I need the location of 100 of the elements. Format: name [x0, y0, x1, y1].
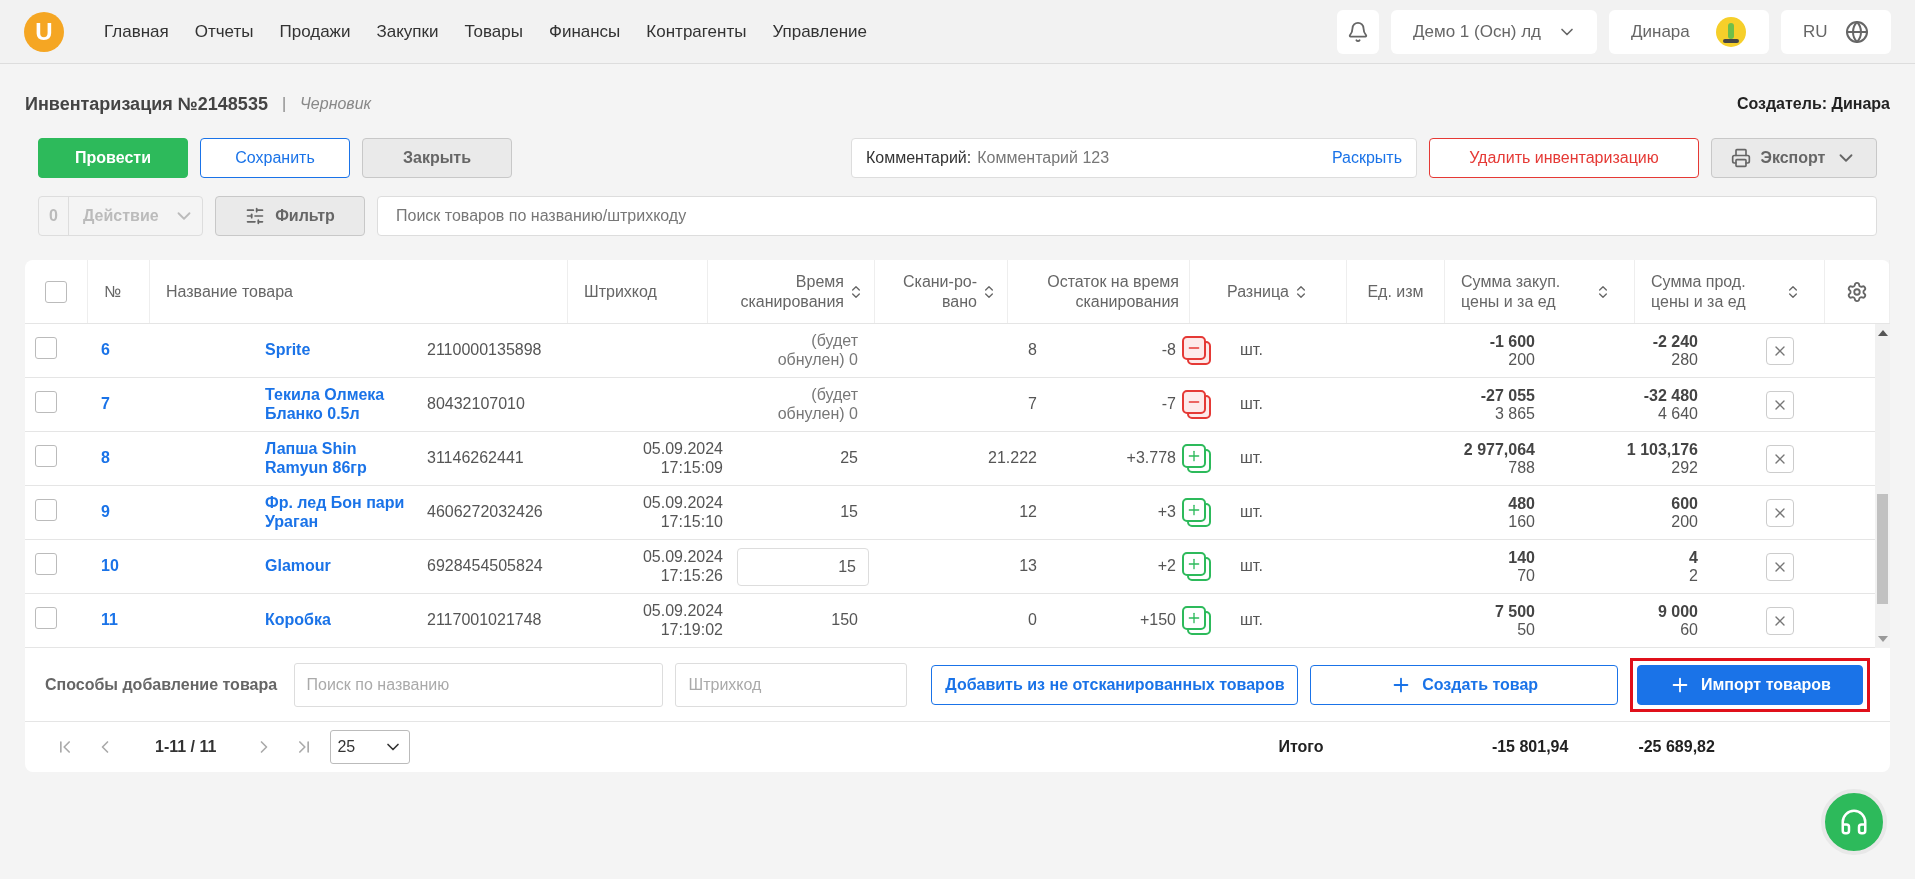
document-status: Черновик: [300, 95, 372, 113]
purchase-sum: 480: [1508, 494, 1535, 513]
close-button[interactable]: Закрыть: [362, 138, 512, 178]
scan-time: 05.09.2024 17:15:26: [641, 548, 723, 585]
delete-button[interactable]: Удалить инвентаризацию: [1429, 138, 1699, 178]
barcode-cell-text: 2110000135898: [427, 341, 543, 360]
search-field[interactable]: Поиск товаров по названию/штрихкоду: [377, 196, 1877, 236]
column-header[interactable]: Время сканирования: [708, 260, 875, 323]
export-button[interactable]: Экспорт: [1711, 138, 1877, 178]
column-header: Название товара: [150, 260, 568, 323]
nav-item[interactable]: Товары: [464, 21, 523, 42]
sale-sum: -2 240: [1652, 332, 1698, 351]
remove-button[interactable]: [1766, 390, 1794, 419]
checkbox[interactable]: [35, 607, 57, 630]
remove-button[interactable]: [1766, 336, 1794, 365]
checkbox[interactable]: [35, 553, 57, 576]
checkbox[interactable]: [45, 280, 67, 303]
nav-item[interactable]: Закупки: [376, 21, 439, 42]
sale-sum: 4: [1689, 548, 1698, 567]
purchase-sum: -27 055: [1480, 386, 1535, 405]
table-cell-text: 12: [1018, 503, 1038, 522]
filter-button[interactable]: Фильтр: [215, 196, 365, 236]
sale-unit-price: 280: [1671, 350, 1698, 369]
creator-label: Создатель: Динара: [1736, 95, 1890, 113]
remove-button[interactable]: [1766, 606, 1794, 635]
add-methods-label: Способы добавление товара: [45, 675, 279, 694]
quantity-input[interactable]: 15: [737, 547, 869, 586]
add-unscanned-button[interactable]: Добавить из не отсканированных товаров: [931, 664, 1299, 705]
nav-item[interactable]: Управление: [772, 21, 867, 42]
company-select[interactable]: Демо 1 (Осн) лд: [1391, 9, 1597, 54]
save-button[interactable]: Сохранить: [200, 138, 350, 178]
notifications-button[interactable]: [1337, 9, 1379, 54]
checkbox[interactable]: [35, 445, 57, 468]
column-header: Остаток на время сканирования: [1008, 260, 1190, 323]
column-header[interactable]: Разница: [1190, 260, 1347, 323]
settings-icon[interactable]: [1846, 280, 1868, 303]
barcode-cell-text: 80432107010: [427, 395, 526, 414]
checkbox[interactable]: [35, 499, 57, 522]
product-link[interactable]: Glamour: [265, 557, 427, 576]
unit-cell-text: шт.: [1239, 557, 1264, 576]
table-cell-text: 8: [1027, 341, 1038, 360]
product-link[interactable]: Sprite: [265, 341, 427, 360]
nav-item[interactable]: Отчеты: [194, 21, 254, 42]
difference-cell: -8: [1161, 341, 1176, 360]
name-search-field[interactable]: Поиск по названию: [293, 662, 664, 707]
product-link[interactable]: Фр. лед Бон пари Ураган: [265, 494, 427, 531]
comment-field[interactable]: Комментарий: Комментарий 123 Раскрыть: [851, 138, 1417, 178]
difference-cell: -7: [1161, 395, 1176, 414]
user-menu[interactable]: Динара: [1609, 9, 1769, 54]
unit-cell-text: шт.: [1239, 611, 1264, 630]
barcode-field[interactable]: Штрихкод: [675, 662, 908, 707]
bell-icon: [1347, 20, 1369, 43]
import-button[interactable]: Импорт товаров: [1637, 664, 1863, 705]
nav-item[interactable]: Контрагенты: [646, 21, 747, 42]
table-cell-text: 0: [1027, 611, 1038, 630]
row-number[interactable]: 7: [95, 395, 265, 414]
sliders-icon: [245, 206, 266, 226]
row-number[interactable]: 8: [95, 449, 265, 468]
remove-button[interactable]: [1766, 498, 1794, 527]
remove-button[interactable]: [1766, 552, 1794, 581]
sale-sum: 1 103,176: [1626, 440, 1698, 459]
remove-button[interactable]: [1766, 444, 1794, 473]
unit-cell-text: шт.: [1239, 395, 1264, 414]
row-number[interactable]: 10: [95, 557, 265, 576]
table-cell-text: 150: [830, 611, 859, 630]
row-number[interactable]: 11: [95, 611, 265, 630]
sale-sum: 9 000: [1657, 602, 1698, 621]
purchase-unit-price: 160: [1508, 512, 1535, 531]
purchase-sum: 2 977,064: [1463, 440, 1535, 459]
purchase-sum: 7 500: [1494, 602, 1535, 621]
product-link[interactable]: Лапша Shin Ramyun 86гр: [265, 440, 427, 477]
row-number[interactable]: 9: [95, 503, 265, 522]
create-product-button[interactable]: Создать товар: [1310, 664, 1618, 705]
product-link[interactable]: Текила Олмека Бланко 0.5л: [265, 386, 427, 423]
language-select[interactable]: RU: [1781, 9, 1891, 54]
barcode-cell-text: 31146262441: [427, 449, 525, 468]
column-header: №: [88, 260, 150, 323]
product-link[interactable]: Коробка: [265, 611, 427, 630]
row-number[interactable]: 6: [95, 341, 265, 360]
conduct-button[interactable]: Провести: [38, 138, 188, 178]
column-header[interactable]: Сумма закуп. цены и за ед: [1445, 260, 1635, 323]
page-size-select[interactable]: 25: [330, 730, 411, 764]
nav-item[interactable]: Продажи: [279, 21, 351, 42]
nav-item[interactable]: Главная: [104, 21, 169, 42]
difference-cell: +2: [1157, 557, 1176, 576]
barcode-cell-text: 4606272032426: [427, 503, 544, 522]
checkbox[interactable]: [35, 337, 57, 360]
difference-cell: +3: [1157, 503, 1176, 522]
totals-label: Итого: [1278, 738, 1325, 756]
nav-item[interactable]: Финансы: [548, 21, 621, 42]
column-header[interactable]: Скани-ро-вано: [875, 260, 1008, 323]
checkbox[interactable]: [35, 391, 57, 414]
comment-value: Комментарий 123: [977, 149, 1110, 167]
scrollbar[interactable]: [1875, 324, 1890, 648]
title-separator: |: [281, 95, 287, 113]
unit-cell-text: шт.: [1239, 503, 1264, 522]
expand-link[interactable]: Раскрыть: [1331, 149, 1402, 167]
column-header[interactable]: Сумма прод. цены и за ед: [1635, 260, 1825, 323]
reset-note: (будет обнулен) 0: [776, 332, 859, 369]
table-cell-text: 15: [839, 503, 859, 522]
